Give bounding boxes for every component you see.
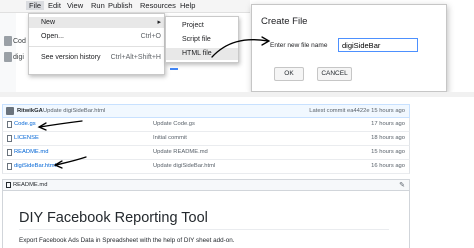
ok-button[interactable]: OK: [274, 67, 304, 81]
new-submenu: Project Script file HTML file: [165, 16, 239, 63]
menu-item-open[interactable]: Open... Ctrl+O: [29, 31, 164, 42]
sidebar-file-code[interactable]: Cod: [13, 38, 26, 45]
file-link[interactable]: LICENSE: [14, 135, 39, 141]
cancel-button[interactable]: CANCEL: [317, 67, 352, 81]
readme-title: DIY Facebook Reporting Tool: [19, 210, 208, 226]
file-link[interactable]: Code.gs: [14, 121, 36, 127]
menu-bar: File Edit View Run Publish Resources Hel…: [0, 0, 250, 13]
open-shortcut: Ctrl+O: [140, 33, 161, 40]
menu-edit[interactable]: Edit: [48, 1, 61, 10]
sidebar-file-digi[interactable]: digi: [13, 54, 24, 61]
readme-filename: README.md: [13, 182, 48, 188]
readme-description: Export Facebook Ads Data in Spreadsheet …: [19, 237, 235, 244]
readme-header: README.md ✎: [2, 179, 410, 191]
submenu-item-html-label: HTML file: [182, 50, 212, 57]
submenu-item-project-label: Project: [182, 22, 204, 29]
menu-resources[interactable]: Resources: [140, 1, 176, 10]
file-icon: [7, 163, 12, 170]
file-age: 16 hours ago: [371, 163, 405, 169]
pencil-icon[interactable]: ✎: [399, 181, 405, 189]
submenu-item-project[interactable]: Project: [166, 20, 238, 32]
file-age: 17 hours ago: [371, 121, 405, 127]
submenu-item-script-label: Script file: [182, 36, 211, 43]
script-editor: File Edit View Run Publish Resources Hel…: [0, 0, 474, 97]
file-icon: [7, 149, 12, 156]
file-commit-message[interactable]: Initial commit: [153, 135, 187, 141]
menu-item-new[interactable]: New ▸: [29, 17, 164, 28]
table-row: README.md Update README.md 15 hours ago: [2, 146, 410, 160]
submenu-item-html-file[interactable]: HTML file: [166, 48, 238, 60]
editor-accent-mark: [170, 68, 178, 70]
file-commit-message[interactable]: Update digiSideBar.html: [153, 163, 215, 169]
file-age: 15 hours ago: [371, 149, 405, 155]
title-divider: [19, 229, 389, 230]
table-row: digiSideBar.html Update digiSideBar.html…: [2, 160, 410, 174]
menu-run[interactable]: Run: [91, 1, 105, 10]
file-commit-message[interactable]: Update Code.gs: [153, 121, 195, 127]
menu-item-open-label: Open...: [41, 33, 64, 40]
menu-publish[interactable]: Publish: [108, 1, 133, 10]
file-link[interactable]: README.md: [14, 149, 48, 155]
file-icon: [7, 135, 12, 142]
file-age: 18 hours ago: [371, 135, 405, 141]
file-name-label: Enter new file name: [270, 42, 328, 49]
dialog-title: Create File: [261, 16, 308, 27]
commit-message[interactable]: Update digiSideBar.html: [43, 108, 105, 114]
menu-divider: [29, 46, 164, 47]
menu-help[interactable]: Help: [180, 1, 195, 10]
readme-content: DIY Facebook Reporting Tool Export Faceb…: [2, 191, 410, 248]
table-row: Code.gs Update Code.gs 17 hours ago: [2, 118, 410, 132]
avatar[interactable]: [6, 107, 14, 115]
latest-commit-bar: RitwikGA Update digiSideBar.html Latest …: [2, 104, 410, 118]
menu-file[interactable]: File: [26, 1, 45, 10]
commit-author[interactable]: RitwikGA: [17, 108, 43, 114]
file-icon: [7, 121, 12, 128]
menu-item-version-label: See version history: [41, 54, 101, 61]
version-shortcut: Ctrl+Alt+Shift+H: [110, 54, 161, 61]
menu-item-version-history[interactable]: See version history Ctrl+Alt+Shift+H: [29, 52, 164, 63]
create-file-dialog: Create File Enter new file name digiSide…: [251, 4, 447, 92]
table-row: LICENSE Initial commit 18 hours ago: [2, 132, 410, 146]
menu-view[interactable]: View: [67, 1, 83, 10]
file-commit-message[interactable]: Update README.md: [153, 149, 208, 155]
file-link[interactable]: digiSideBar.html: [14, 163, 56, 169]
book-icon: [6, 182, 11, 188]
submenu-arrow-icon: ▸: [157, 19, 161, 26]
html-file-icon: [4, 52, 12, 62]
file-menu-dropdown: New ▸ Open... Ctrl+O See version history…: [28, 13, 165, 75]
script-file-icon: [4, 36, 12, 46]
submenu-item-script-file[interactable]: Script file: [166, 34, 238, 46]
file-name-input[interactable]: digiSideBar: [338, 38, 418, 52]
menu-item-new-label: New: [41, 19, 56, 26]
latest-commit-info[interactable]: Latest commit ea4422e 15 hours ago: [309, 108, 405, 114]
